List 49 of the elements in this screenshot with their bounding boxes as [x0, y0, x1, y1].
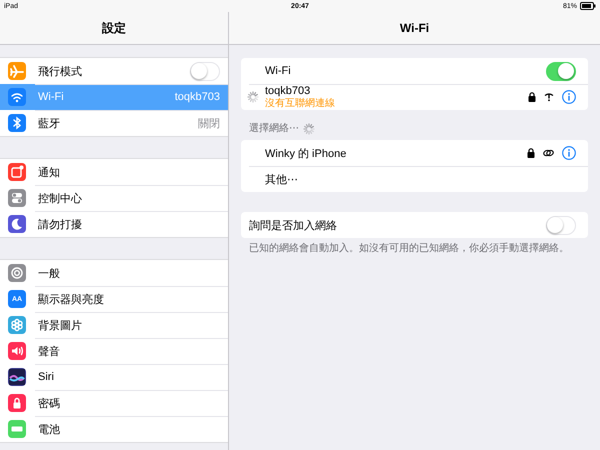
info-icon[interactable] — [562, 90, 576, 104]
setting-label: 詢問是否加入網絡 — [249, 218, 338, 232]
sidebar-item[interactable]: 控制中心 — [0, 185, 228, 211]
item-label: 飛行模式 — [38, 64, 83, 78]
network-row[interactable]: Winky 的 iPhone — [241, 140, 588, 166]
item-label: 請勿打擾 — [38, 218, 83, 232]
item-label: 藍牙 — [38, 116, 61, 130]
sidebar-item[interactable]: 聲音 — [0, 338, 228, 364]
item-value: toqkb703 — [174, 91, 220, 103]
lock-icon — [527, 148, 535, 158]
item-label: 顯示器與亮度 — [38, 292, 105, 306]
sidebar-title: 設定 — [0, 12, 228, 45]
network-row[interactable]: 其他⋯ — [241, 166, 588, 192]
link-icon — [543, 148, 554, 158]
item-label: 電池 — [38, 422, 61, 436]
item-label: 密碼 — [38, 396, 61, 410]
sidebar-item[interactable]: 電池 — [0, 416, 228, 442]
sidebar-item[interactable]: 藍牙 關閉 — [0, 110, 228, 136]
sidebar-item[interactable]: 密碼 — [0, 390, 228, 416]
item-label: Wi-Fi — [38, 91, 65, 103]
network-name: 其他⋯ — [265, 172, 299, 186]
item-label: Siri — [38, 371, 55, 383]
toggle-switch[interactable] — [546, 62, 576, 80]
info-icon[interactable] — [562, 146, 576, 160]
spinner-icon — [247, 91, 259, 103]
item-label: 背景圖片 — [38, 318, 83, 332]
item-label: 一般 — [38, 266, 61, 280]
network-name: Winky 的 iPhone — [265, 146, 348, 160]
sidebar-item[interactable]: 請勿打擾 — [0, 211, 228, 237]
item-label: 控制中心 — [38, 192, 83, 206]
item-label: 聲音 — [38, 344, 61, 358]
wifi-warning-icon — [544, 92, 554, 102]
sidebar-item[interactable]: 通知 — [0, 159, 228, 185]
network-row[interactable]: toqkb703 沒有互聯網連線 — [241, 84, 588, 110]
network-name: toqkb703 — [265, 85, 312, 98]
item-label: 通知 — [38, 166, 61, 180]
item-value: 關閉 — [198, 116, 220, 130]
network-status: 沒有互聯網連線 — [265, 98, 336, 109]
spinner-icon — [303, 123, 315, 135]
battery-icon — [580, 2, 596, 10]
section-header: 選擇網絡⋯ — [249, 122, 299, 135]
lock-icon — [528, 92, 536, 102]
sidebar-item[interactable]: 一般 — [0, 260, 228, 286]
wifi-label: Wi-Fi — [265, 65, 292, 77]
sidebar-item[interactable]: 背景圖片 — [0, 312, 228, 338]
sidebar-item[interactable]: Siri — [0, 364, 228, 390]
footnote: 已知的網絡會自動加入。如沒有可用的已知網絡，你必須手動選擇網絡。 — [248, 242, 570, 256]
sidebar-item[interactable]: 飛行模式 — [0, 58, 228, 84]
page-title: Wi-Fi — [229, 12, 600, 45]
